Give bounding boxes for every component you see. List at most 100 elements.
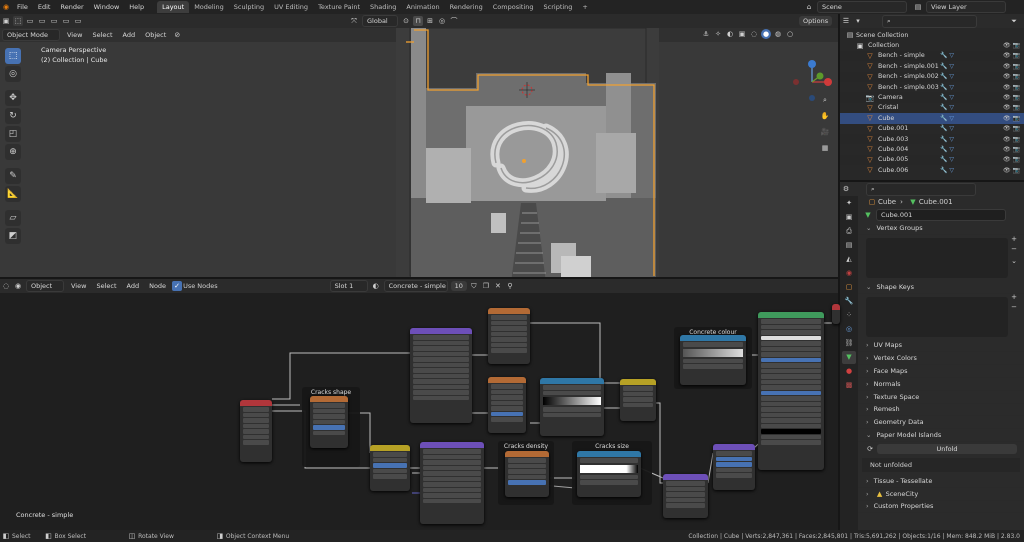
view-layer-selector[interactable]: View Layer <box>926 1 1006 13</box>
visibility-toggle-icon[interactable]: 👁 📷 <box>1003 104 1020 111</box>
extrude-tool-icon[interactable]: ◩ <box>5 228 21 244</box>
world-tab-icon[interactable]: ◉ <box>842 267 856 280</box>
visibility-toggle-icon[interactable]: 👁 📷 <box>1003 73 1020 80</box>
filter-icon[interactable]: ⏷ <box>1009 16 1019 26</box>
node-menu-add[interactable]: Add <box>122 282 145 290</box>
editor-type-icon[interactable]: ▣ <box>1 16 11 26</box>
visibility-toggle-icon[interactable]: 👁 📷 <box>1003 52 1020 59</box>
select-tool-icon[interactable]: ⬚ <box>5 48 21 64</box>
snap-target-icon[interactable]: ⊞ <box>425 16 435 26</box>
select-mode-icon[interactable]: ▭ <box>25 16 35 26</box>
material-sphere-icon[interactable]: ◐ <box>371 281 381 291</box>
perspective-grid-icon[interactable]: ▦ <box>820 143 830 153</box>
material-shading-icon[interactable]: ◍ <box>773 29 783 39</box>
tab-modeling[interactable]: Modeling <box>189 1 229 13</box>
unlink-material-icon[interactable]: ✕ <box>493 281 503 291</box>
duplicate-material-icon[interactable]: ❐ <box>481 281 491 291</box>
outliner-row[interactable]: ▽ Bench - simple.001 🔧 ▽ 👁 📷 <box>840 61 1024 71</box>
menu-help[interactable]: Help <box>124 3 149 11</box>
material-users-count[interactable]: 10 <box>450 281 467 291</box>
select-extend-icon[interactable]: ▭ <box>37 16 47 26</box>
visibility-toggle-icon[interactable]: 👁 📷 <box>1003 136 1020 143</box>
object-tab-icon[interactable]: ▢ <box>842 281 856 294</box>
cursor-tool-icon[interactable]: ◎ <box>5 66 21 82</box>
zoom-icon[interactable]: ⌕ <box>820 95 830 105</box>
outliner-row[interactable]: ▽ Bench - simple.003 🔧 ▽ 👁 📷 <box>840 82 1024 92</box>
outliner-row[interactable]: ▣ Collection 👁 📷 <box>840 40 1024 50</box>
modifier-icon[interactable]: 🔧 ▽ <box>940 115 954 122</box>
visibility-toggle-icon[interactable]: 👁 📷 <box>1003 146 1020 153</box>
proportional-icon[interactable]: ◎ <box>437 16 447 26</box>
modifier-icon[interactable]: 🔧 ▽ <box>940 73 954 80</box>
tab-rendering[interactable]: Rendering <box>445 1 488 13</box>
unfold-button[interactable]: Unfold <box>877 443 1017 454</box>
transform-orientation[interactable]: Global <box>362 15 398 27</box>
remove-shape-key-icon[interactable]: − <box>1009 302 1019 312</box>
constraints-tab-icon[interactable]: ⛓ <box>842 337 856 350</box>
add-shape-key-icon[interactable]: + <box>1009 292 1019 302</box>
overlay-icon[interactable]: ◐ <box>725 29 735 39</box>
modifier-icon[interactable]: 🔧 ▽ <box>940 167 954 174</box>
texture-coordinate-node[interactable] <box>240 400 272 462</box>
node-menu-view[interactable]: View <box>66 282 91 290</box>
outliner-row[interactable]: ▽ Cube.005 🔧 ▽ 👁 📷 <box>840 154 1024 166</box>
paper-model-islands-section[interactable]: Paper Model Islands <box>858 429 1024 442</box>
add-vertex-group-icon[interactable]: + <box>1009 234 1019 244</box>
viewport-area[interactable]: ▣ ⬚ ▭ ▭ ▭ ▭ ▭ Object Mode View Select Ad… <box>0 14 838 291</box>
node-menu-node[interactable]: Node <box>144 282 171 290</box>
modifier-icon[interactable]: 🔧 ▽ <box>940 94 954 101</box>
wireframe-shading-icon[interactable]: ◌ <box>749 29 759 39</box>
scene-tab-icon[interactable]: ◭ <box>842 253 856 266</box>
node-editor-area[interactable]: ◌ ◉ Object View Select Add Node ✓ Use No… <box>0 277 840 530</box>
vertex-group-menu-icon[interactable]: ⌄ <box>1009 256 1019 266</box>
menu-render[interactable]: Render <box>55 3 88 11</box>
blender-logo-icon[interactable]: ◉ <box>1 2 11 12</box>
properties-search-input[interactable]: ⌕ <box>866 182 976 196</box>
invert-node[interactable] <box>620 379 656 421</box>
render-tab-icon[interactable]: ▣ <box>842 211 856 224</box>
outliner-row[interactable]: ▽ Cube 🔧 ▽ 👁 📷 <box>840 113 1024 124</box>
noise-texture-node-1[interactable] <box>310 396 348 448</box>
outliner-row[interactable]: ▽ Cube.003 🔧 ▽ 👁 📷 <box>840 133 1024 145</box>
view-layer-tab-icon[interactable]: ▤ <box>842 239 856 252</box>
fake-user-icon[interactable]: ⛉ <box>469 281 479 291</box>
outliner-row[interactable]: ▽ Bench - simple 🔧 ▽ 👁 📷 <box>840 50 1024 62</box>
rotate-tool-icon[interactable]: ↻ <box>5 108 21 124</box>
menu-select[interactable]: Select <box>87 31 117 39</box>
tab-shading[interactable]: Shading <box>365 1 401 13</box>
pivot-icon[interactable]: ⊙ <box>401 16 411 26</box>
color-ramp-node-1[interactable] <box>540 378 604 436</box>
uv-maps-section[interactable]: UV Maps <box>858 340 1024 353</box>
bump-node-1[interactable] <box>663 474 708 518</box>
particles-tab-icon[interactable]: ⁘ <box>842 309 856 322</box>
scene-collection-row[interactable]: ▤ Scene Collection <box>840 30 1024 40</box>
tab-texture-paint[interactable]: Texture Paint <box>313 1 365 13</box>
datablock-name-field[interactable]: Cube.001 <box>876 209 1006 221</box>
modifier-icon[interactable]: 🔧 ▽ <box>940 156 954 163</box>
musgrave-texture-node[interactable] <box>488 308 530 364</box>
geometry-data-section[interactable]: Geometry Data <box>858 416 1024 430</box>
modifiers-tab-icon[interactable]: 🔧 <box>842 295 856 308</box>
menu-object[interactable]: Object <box>140 31 171 39</box>
tab-uv-editing[interactable]: UV Editing <box>269 1 313 13</box>
scenecity-section[interactable]: ▲ SceneCity <box>858 488 1024 501</box>
noise-texture-node-2[interactable] <box>488 377 526 433</box>
options-button[interactable]: Options <box>799 16 833 26</box>
tab-sculpting[interactable]: Sculpting <box>229 1 269 13</box>
node-menu-select[interactable]: Select <box>91 282 121 290</box>
link-icon[interactable]: ⊘ <box>172 30 182 40</box>
modifier-icon[interactable]: 🔧 ▽ <box>940 52 954 59</box>
select-box-icon[interactable]: ⬚ <box>13 16 23 26</box>
properties-editor-icon[interactable]: ⚙ <box>841 184 851 194</box>
outliner-row[interactable]: 📷 Camera 🔧 ▽ 👁 📷 <box>840 92 1024 103</box>
remesh-section[interactable]: Remesh <box>858 404 1024 417</box>
falloff-icon[interactable]: ⌒ <box>449 16 459 26</box>
tab-compositing[interactable]: Compositing <box>488 1 539 13</box>
pin-icon[interactable]: ⚲ <box>505 281 515 291</box>
modifier-icon[interactable]: 🔧 ▽ <box>940 63 954 70</box>
annotate-tool-icon[interactable]: ✎ <box>5 168 21 184</box>
node-editor-type-icon[interactable]: ◌ <box>1 281 11 291</box>
visibility-toggle-icon[interactable]: 👁 📷 <box>1003 94 1020 101</box>
viewport-scene[interactable] <box>396 28 659 291</box>
principled-bsdf-node[interactable] <box>758 312 824 470</box>
